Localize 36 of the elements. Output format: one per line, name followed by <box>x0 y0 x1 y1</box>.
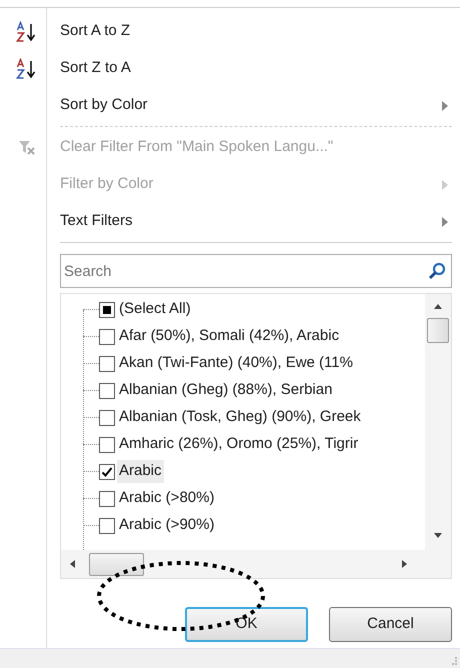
tree-item[interactable]: Albanian (Tosk, Gheg) (90%), Greek <box>117 406 363 429</box>
checkbox[interactable] <box>99 302 115 318</box>
tree-item[interactable]: (Select All) <box>117 298 193 321</box>
search-field[interactable]: Search <box>60 254 452 288</box>
checkbox[interactable] <box>99 382 115 398</box>
horizontal-scrollbar[interactable] <box>61 550 451 578</box>
vertical-scrollbar[interactable] <box>425 294 451 550</box>
tree-item[interactable]: Albanian (Gheg) (88%), Serbian <box>117 379 334 402</box>
scroll-down-icon <box>434 533 442 538</box>
checkbox[interactable] <box>99 464 115 480</box>
menu-item[interactable]: Sort by Color <box>60 87 452 124</box>
menu-item[interactable]: Text Filters <box>60 203 452 240</box>
tree-item[interactable]: Afar (50%), Somali (42%), Arabic <box>117 325 342 348</box>
menu-item[interactable]: Sort A to Z <box>60 13 452 50</box>
tree-item[interactable]: Arabic <box>117 460 164 483</box>
sort-icon <box>16 58 38 80</box>
checkbox[interactable] <box>99 356 115 372</box>
scroll-left-icon <box>70 560 75 568</box>
checkbox[interactable] <box>99 436 115 452</box>
checkbox[interactable] <box>99 328 115 344</box>
scroll-thumb[interactable] <box>427 318 449 343</box>
scroll-right-icon <box>402 560 407 568</box>
tree-item[interactable]: Arabic (>90%) <box>117 514 216 537</box>
checkbox[interactable] <box>99 490 115 506</box>
clear-filter-icon <box>18 140 36 156</box>
tree-item[interactable]: Arabic (>80%) <box>117 487 216 510</box>
sort-icon <box>16 20 38 42</box>
menu-item[interactable]: Sort Z to A <box>60 50 452 87</box>
tree-item[interactable]: Amharic (26%), Oromo (25%), Tigrir <box>117 433 360 456</box>
scroll-up-icon <box>434 304 442 309</box>
search-icon <box>428 262 446 280</box>
scroll-thumb[interactable] <box>89 552 144 576</box>
checkbox[interactable] <box>99 410 115 426</box>
cancel-button[interactable]: Cancel <box>329 607 452 642</box>
tree-item[interactable]: Akan (Twi-Fante) (40%), Ewe (11% <box>117 352 355 375</box>
checkbox[interactable] <box>99 518 115 534</box>
